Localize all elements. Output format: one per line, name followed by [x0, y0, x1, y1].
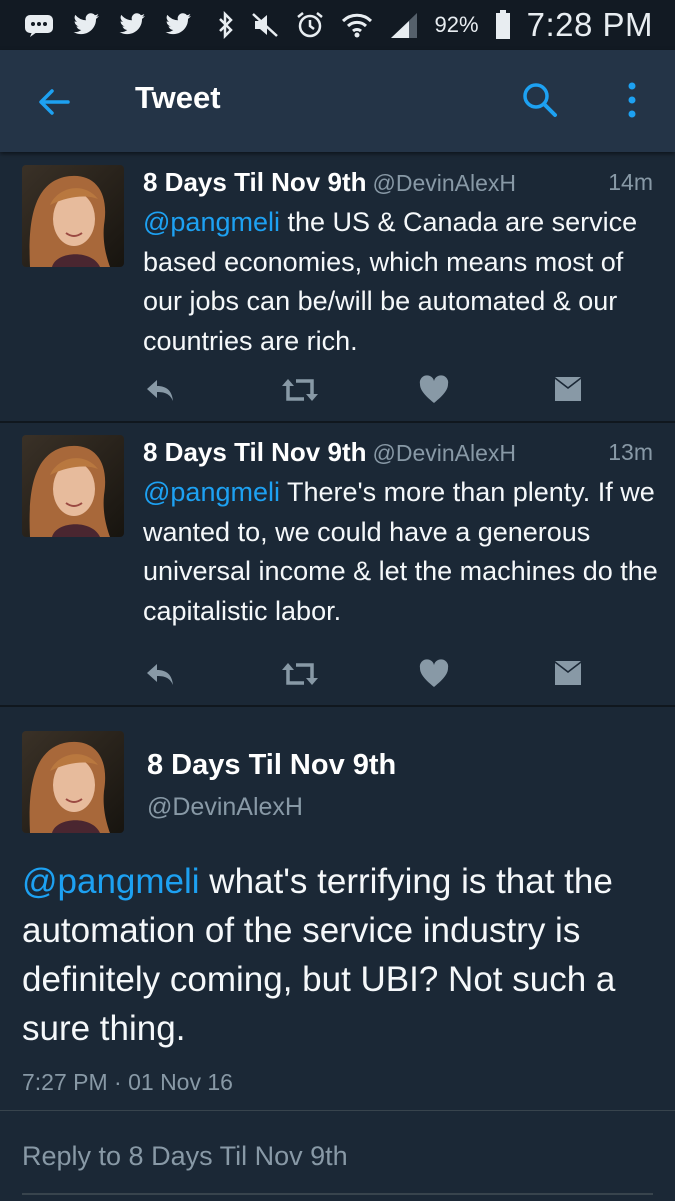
author-handle[interactable]: @DevinAlexH: [373, 440, 517, 466]
reply-icon[interactable]: [143, 657, 177, 691]
reply-icon[interactable]: [143, 373, 177, 407]
mute-icon: [251, 11, 279, 39]
bluetooth-icon: [217, 11, 235, 39]
avatar[interactable]: [22, 435, 124, 537]
tweet-text: @pangmeli what's terrifying is that the …: [22, 857, 662, 1053]
battery-icon: [495, 10, 511, 40]
input-underline: [22, 1193, 653, 1195]
direct-message-icon[interactable]: [551, 657, 585, 691]
tweet-timestamp: 7:27 PM · 01 Nov 16: [22, 1069, 233, 1095]
app-bar: Tweet: [0, 50, 675, 152]
tweet-actions: [143, 657, 603, 697]
clock: 7:28 PM: [526, 6, 653, 43]
twitter-icon: [72, 13, 100, 37]
search-icon[interactable]: [520, 80, 560, 120]
reply-input[interactable]: Reply to 8 Days Til Nov 9th: [22, 1141, 348, 1172]
like-icon[interactable]: [417, 657, 451, 691]
more-vertical-icon[interactable]: [620, 80, 644, 124]
tweet-header: 8 Days Til Nov 9th @DevinAlexH 14m: [143, 167, 653, 203]
twitter-icon: [118, 13, 146, 37]
author-handle[interactable]: @DevinAlexH: [147, 793, 303, 822]
tweet-age: 14m: [608, 169, 653, 195]
battery-percent: 92%: [434, 12, 479, 37]
avatar[interactable]: [22, 165, 124, 267]
tweet-header: 8 Days Til Nov 9th @DevinAlexH 13m: [143, 437, 653, 473]
tweet-age: 13m: [608, 439, 653, 465]
author-name[interactable]: 8 Days Til Nov 9th: [143, 437, 367, 467]
tweet-text: @pangmeli There's more than plenty. If w…: [143, 473, 658, 631]
twitter-icon: [164, 13, 192, 37]
reply-tweet[interactable]: 8 Days Til Nov 9th @DevinAlexH 14m @pangm…: [0, 153, 675, 423]
signal-icon: [389, 11, 419, 39]
reply-box[interactable]: Reply to 8 Days Til Nov 9th: [0, 1110, 675, 1201]
back-arrow-icon[interactable]: [34, 82, 74, 122]
author-name[interactable]: 8 Days Til Nov 9th: [143, 167, 367, 197]
status-bar: 92% 7:28 PM: [0, 0, 675, 50]
retweet-icon[interactable]: [280, 373, 318, 407]
author-name[interactable]: 8 Days Til Nov 9th: [147, 749, 396, 782]
tweet-actions: [143, 373, 603, 413]
tweet-text: @pangmeli the US & Canada are service ba…: [143, 203, 658, 361]
reply-tweet[interactable]: 8 Days Til Nov 9th @DevinAlexH 13m @pangm…: [0, 423, 675, 707]
wifi-icon: [341, 12, 373, 38]
avatar[interactable]: [22, 731, 124, 833]
message-icon: [24, 13, 54, 37]
mention-link[interactable]: @pangmeli: [143, 477, 280, 507]
page-title: Tweet: [135, 80, 221, 115]
author-handle[interactable]: @DevinAlexH: [373, 170, 517, 196]
direct-message-icon[interactable]: [551, 373, 585, 407]
focused-tweet: 8 Days Til Nov 9th @DevinAlexH @pangmeli…: [0, 707, 675, 1110]
like-icon[interactable]: [417, 373, 451, 407]
mention-link[interactable]: @pangmeli: [22, 862, 200, 901]
retweet-icon[interactable]: [280, 657, 318, 691]
alarm-icon: [295, 10, 325, 40]
mention-link[interactable]: @pangmeli: [143, 207, 280, 237]
